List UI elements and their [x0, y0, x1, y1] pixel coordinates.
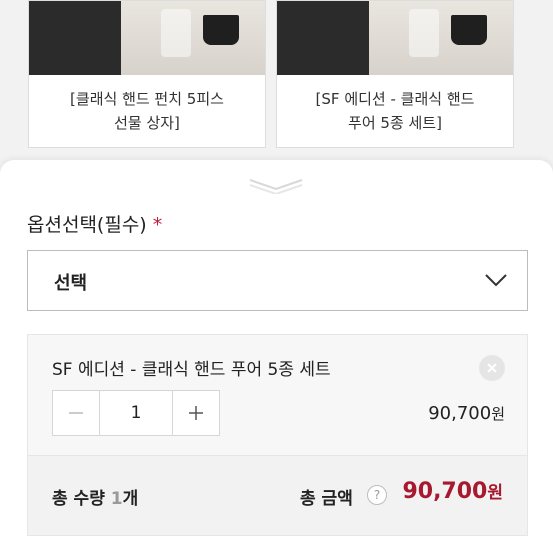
total-amount-label: 총 금액 [300, 489, 353, 509]
total-quantity-value: 1 [110, 489, 123, 509]
currency-unit: 원 [491, 405, 505, 423]
product-card[interactable]: [SF 에디션 - 클래식 핸드 푸어 5종 세트] [276, 0, 514, 148]
related-products: [클래식 핸드 펀치 5피스 선물 상자] [SF 에디션 - 클래식 핸드 푸… [0, 0, 553, 160]
total-quantity-unit: 개 [122, 489, 139, 509]
close-icon[interactable] [479, 355, 505, 381]
quantity-stepper: 1 [52, 390, 220, 436]
item-price-value: 90,700 [428, 403, 492, 424]
product-card-title: [SF 에디션 - 클래식 핸드 푸어 5종 세트] [315, 90, 475, 132]
required-mark: * [152, 214, 163, 236]
help-icon[interactable]: ? [367, 485, 387, 505]
product-card-title: [클래식 핸드 펀치 5피스 선물 상자] [70, 90, 224, 132]
chevron-down-icon [485, 272, 507, 291]
selected-item: SF 에디션 - 클래식 핸드 푸어 5종 세트 1 90,700원 [27, 334, 528, 456]
drag-handle-icon[interactable] [248, 176, 304, 198]
currency-unit: 원 [487, 483, 503, 503]
item-price: 90,700원 [428, 403, 505, 424]
option-label-text: 옵션선택(필수) [27, 214, 147, 236]
total-quantity: 총 수량 1개 [52, 484, 138, 509]
product-thumbnail [29, 1, 265, 75]
quantity-input[interactable]: 1 [99, 391, 173, 435]
total-quantity-label: 총 수량 [52, 489, 111, 509]
product-thumbnail [277, 1, 513, 75]
total-amount: 90,700원 [402, 478, 503, 504]
option-label: 옵션선택(필수) * [27, 210, 162, 237]
order-summary: 총 수량 1개 총 금액 ? 90,700원 [27, 456, 528, 536]
plus-icon[interactable] [173, 391, 219, 435]
total-amount-value: 90,700 [402, 479, 488, 504]
select-value: 선택 [54, 273, 88, 294]
selected-item-name: SF 에디션 - 클래식 핸드 푸어 5종 세트 [52, 360, 331, 380]
option-select[interactable]: 선택 [27, 250, 528, 311]
minus-icon[interactable] [53, 391, 99, 435]
product-card[interactable]: [클래식 핸드 펀치 5피스 선물 상자] [28, 0, 266, 148]
